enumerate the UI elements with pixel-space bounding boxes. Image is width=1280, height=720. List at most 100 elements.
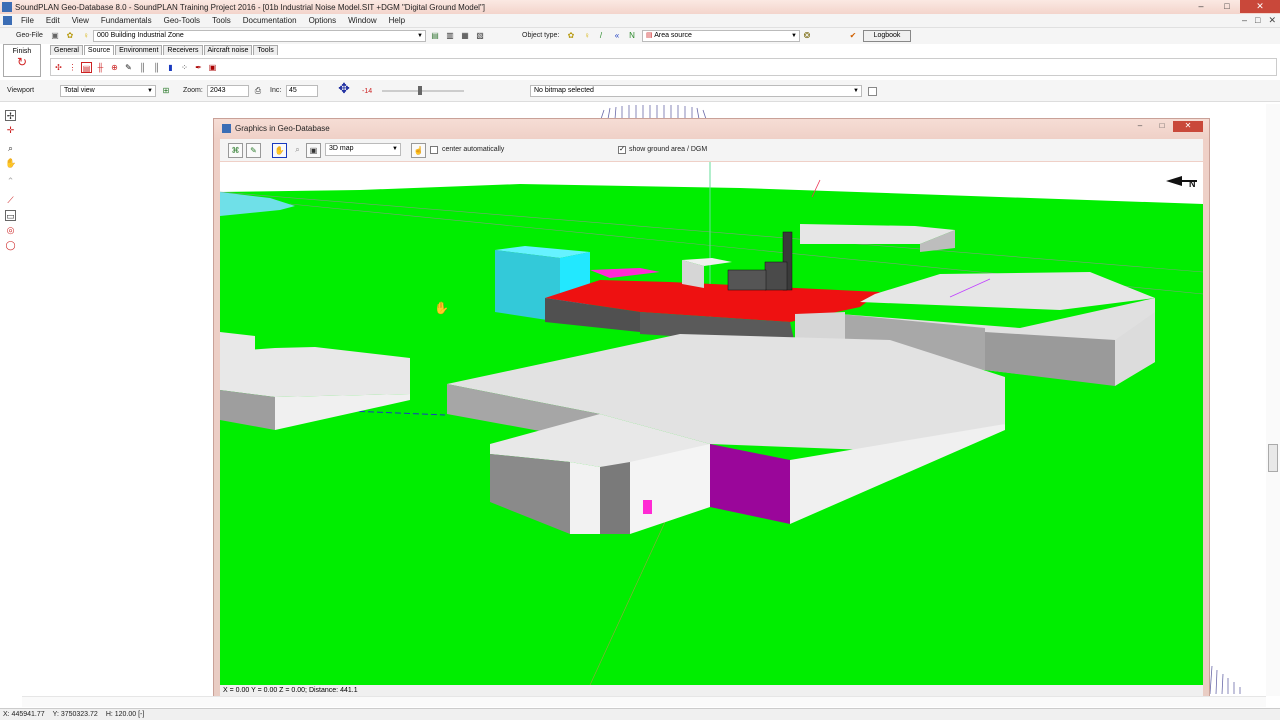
checkmark-icon[interactable]: ✔ [848,31,858,41]
draw-line-icon[interactable]: ⟋ [5,195,16,206]
inc-value: 45 [289,87,297,94]
show-ground-label: show ground area / DGM [629,146,708,153]
slider-thumb[interactable] [418,86,422,95]
menu-options[interactable]: Options [303,16,343,25]
road-icon[interactable]: ✎ [123,62,134,73]
crosshair-icon[interactable]: ✛ [5,125,16,136]
angle-slider[interactable] [382,86,464,95]
graphics-maximize-button[interactable]: □ [1151,121,1173,132]
menu-view[interactable]: View [66,16,95,25]
mdi-restore-button[interactable]: □ [1255,15,1260,26]
rectangle-icon[interactable]: ▭ [5,210,16,221]
open-icon[interactable]: ▣ [50,31,60,41]
point-source-icon[interactable]: ✣ [53,62,64,73]
arrow-icon[interactable]: ⌃ [5,176,16,187]
edit-layers-icon[interactable]: ✎ [246,143,261,158]
n-icon[interactable]: N [627,31,637,41]
view-mode-select[interactable]: 3D map ▼ [325,143,401,156]
target-icon[interactable]: ❂ [802,31,812,41]
folder-open-icon[interactable]: ▤ [430,31,440,41]
horizontal-scrollbar[interactable] [22,696,1266,707]
graphics-minimize-button[interactable]: – [1129,121,1151,132]
close-button[interactable]: ✕ [1240,0,1280,13]
show-ground-checkbox[interactable]: ✓ [618,146,626,154]
select-icon[interactable]: ✢ [5,110,16,121]
zoom-label: Zoom: [183,87,203,94]
zoom-icon[interactable]: ⌕ [290,143,305,158]
zoom-page-icon[interactable]: ⎙ [253,86,263,96]
tab-aircraft-noise[interactable]: Aircraft noise [203,45,253,55]
add-view-icon[interactable]: ⊞ [161,86,171,96]
bitmap-checkbox[interactable] [868,87,877,96]
gear-icon[interactable]: ✿ [566,31,576,41]
tab-source[interactable]: Source [83,45,115,55]
parking-lot-icon[interactable]: ⊕ [109,62,120,73]
window-select-icon[interactable]: ▣ [306,143,321,158]
bitmap-select[interactable]: No bitmap selected ▼ [530,85,862,97]
object-type-select[interactable]: ▤ Area source ▼ [642,30,800,42]
viewport-value: Total view [64,87,95,94]
tab-environment[interactable]: Environment [115,45,163,55]
maximize-button[interactable]: □ [1214,0,1240,13]
inc-input[interactable]: 45 [286,85,318,97]
pan-hand-icon[interactable]: ✋ [272,143,287,158]
save-as-icon[interactable]: ▥ [445,31,455,41]
3d-scene[interactable]: N ✋ [220,162,1203,685]
bulb-icon[interactable]: ♀ [582,31,592,41]
circle-target-icon[interactable]: ◎ [5,225,16,236]
circle-icon[interactable]: ◯ [5,240,16,251]
menu-help[interactable]: Help [383,16,411,25]
vertical-scroll-thumb[interactable] [1268,444,1278,472]
blue-block-icon[interactable]: ▮ [165,62,176,73]
rail-icon-2[interactable]: ║ [151,62,162,73]
mdi-close-button[interactable]: ✕ [1268,15,1276,26]
geofile-select-value: 000 Building Industrial Zone [97,32,184,39]
center-automatically-checkbox[interactable] [430,146,438,154]
geofile-select[interactable]: 000 Building Industrial Zone ▼ [93,30,426,42]
menu-documentation[interactable]: Documentation [237,16,303,25]
double-left-icon[interactable]: « [612,31,622,41]
3d-map-view[interactable]: N ✋ [220,162,1203,685]
viewport-select[interactable]: Total view ▼ [60,85,156,97]
menu-file[interactable]: File [15,16,40,25]
zoom-input[interactable]: 2043 [207,85,249,97]
vertical-scrollbar[interactable] [1266,104,1280,696]
bulb-icon[interactable]: ♀ [81,31,91,41]
app-icon [2,2,12,12]
minimize-button[interactable]: – [1188,0,1214,13]
geofile-label: Geo-File [16,32,43,39]
menu-geo-tools[interactable]: Geo-Tools [158,16,206,25]
tower-block [764,261,788,291]
tower-block [727,269,767,291]
menu-fundamentals[interactable]: Fundamentals [95,16,158,25]
calculator-icon[interactable]: ▣ [207,62,218,73]
menu-window[interactable]: Window [342,16,382,25]
tab-receivers[interactable]: Receivers [163,45,203,55]
tab-general[interactable]: General [50,45,83,55]
settings-icon[interactable]: ✿ [65,31,75,41]
zoom-icon[interactable]: ⌕ [5,143,16,154]
area-source-icon[interactable]: ▤ [81,62,92,73]
area-source-icon: ▤ [646,32,655,39]
finish-button[interactable]: Finish ↻ [3,44,41,77]
save-icon[interactable]: ▦ [460,31,470,41]
tab-tools[interactable]: Tools [253,45,278,55]
rotate-arrows-icon[interactable]: ✥ [329,81,359,99]
menu-tools[interactable]: Tools [206,16,237,25]
pan-hand-icon[interactable]: ✋ [5,158,16,169]
graphics-close-button[interactable]: ✕ [1173,121,1203,132]
save-all-icon[interactable]: ▧ [475,31,485,41]
pen-icon[interactable]: ✒ [193,62,204,73]
logbook-button[interactable]: Logbook [863,30,911,42]
chevron-down-icon: ▼ [853,88,859,94]
scatter-icon[interactable]: ⁘ [179,62,190,73]
building-side [570,462,600,534]
industrial-building-icon[interactable]: ╫ [95,62,106,73]
mdi-minimize-button[interactable]: – [1242,15,1247,26]
line-source-icon[interactable]: ⋮ [67,62,78,73]
menu-edit[interactable]: Edit [40,16,66,25]
layers-icon[interactable]: ⌘ [228,143,243,158]
rail-icon[interactable]: ║ [137,62,148,73]
hand-cursor-icon[interactable]: ☝ [411,143,426,158]
line-icon[interactable]: / [596,31,606,41]
